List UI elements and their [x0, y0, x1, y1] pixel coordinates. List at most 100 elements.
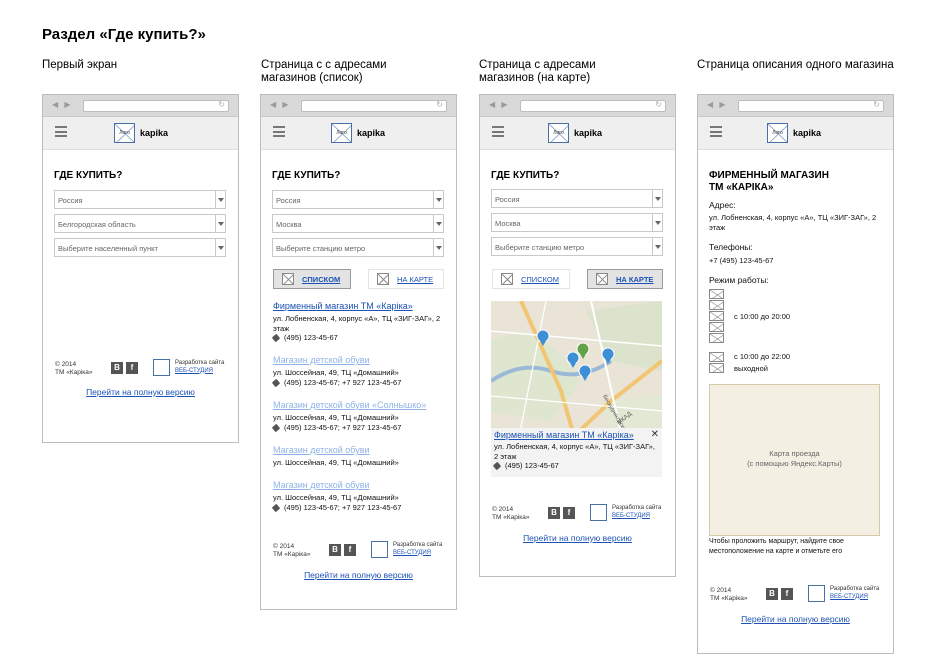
menu-icon[interactable] [273, 126, 285, 137]
full-version-link[interactable]: Перейти на полную версию [261, 570, 456, 580]
select-value: Выберите станцию метро [495, 243, 585, 252]
city-select[interactable]: Выберите населенный пункт [54, 238, 226, 257]
back-forward-icon[interactable]: ◀ ▶ [270, 100, 291, 109]
brand-name: kapika [357, 128, 386, 138]
studio-logo[interactable] [153, 359, 170, 376]
menu-icon[interactable] [710, 126, 722, 137]
facebook-icon[interactable]: f [344, 544, 356, 556]
logo[interactable]: Лого [114, 123, 135, 143]
vk-icon[interactable]: В [766, 588, 778, 600]
toggle-list-view[interactable]: СПИСКОМ [273, 269, 351, 289]
phone-icon [271, 333, 281, 343]
city-select[interactable]: Москва [272, 214, 444, 233]
section-heading: ГДЕ КУПИТЬ? [491, 170, 560, 181]
back-forward-icon[interactable]: ◀ ▶ [52, 100, 73, 109]
reload-icon[interactable]: ↻ [873, 100, 880, 109]
vk-icon[interactable]: В [111, 362, 123, 374]
logo-text: Лого [119, 130, 130, 136]
address-bar[interactable]: ↻ [520, 100, 666, 112]
select-value: Россия [495, 195, 520, 204]
developer-label: Разработка сайта [393, 542, 443, 548]
logo[interactable]: Лого [331, 123, 352, 143]
store-map[interactable]: Бескудниковский б-р МКАД Фирменный магаз… [491, 301, 662, 477]
country-select[interactable]: Россия [54, 190, 226, 209]
store-phone: (495) 123-45-67; +7 927 123-45-67 [271, 503, 402, 513]
city-select[interactable]: Москва [491, 213, 663, 232]
popup-store-address: ул. Лобненская, 4, корпус «А», ТЦ «ЗИГ-З… [494, 442, 655, 461]
store-phone: +7 (495) 123-45-67 [709, 256, 774, 265]
logo[interactable]: Лого [548, 123, 569, 143]
address-bar[interactable]: ↻ [301, 100, 447, 112]
metro-select[interactable]: Выберите станцию метро [272, 238, 444, 257]
section-heading: ГДЕ КУПИТЬ? [54, 170, 123, 181]
back-forward-icon[interactable]: ◀ ▶ [707, 100, 728, 109]
app-header: Лого kapika [480, 117, 675, 150]
close-icon[interactable]: ✕ [651, 429, 659, 440]
reload-icon[interactable]: ↻ [655, 100, 662, 109]
browser-chrome: ◀ ▶ ↻ [480, 95, 675, 117]
toggle-map-view[interactable]: НА КАРТЕ [368, 269, 444, 289]
store-address: ул. Лобненская, 4, корпус «А», ТЦ «ЗИГ-З… [709, 213, 877, 232]
phone-icon [492, 461, 502, 471]
region-select[interactable]: Белгородская область [54, 214, 226, 233]
full-version-link[interactable]: Перейти на полную версию [698, 614, 893, 624]
developer-credit: Разработка сайта ВЕБ-СТУДИЯ [393, 542, 442, 557]
chevron-down-icon [652, 214, 662, 231]
store-title: ФИРМЕННЫЙ МАГАЗИН ТМ «КАРIКА» [709, 170, 829, 194]
logo-text: Лого [553, 130, 564, 136]
studio-logo[interactable] [808, 585, 825, 602]
country-select[interactable]: Россия [491, 189, 663, 208]
column-title-first-screen: Первый экран [42, 59, 118, 71]
logo-text: Лого [336, 130, 347, 136]
day-off-label: выходной [734, 364, 768, 373]
store-name-link[interactable]: Магазин детской обуви [273, 445, 370, 455]
menu-icon[interactable] [55, 126, 67, 137]
full-version-link[interactable]: Перейти на полную версию [43, 387, 238, 397]
facebook-icon[interactable]: f [563, 507, 575, 519]
address-bar[interactable]: ↻ [738, 100, 884, 112]
popup-store-name-link[interactable]: Фирменный магазин ТМ «Карiка» [494, 430, 634, 440]
browser-chrome: ◀ ▶ ↻ [698, 95, 893, 117]
toggle-map-view[interactable]: НА КАРТЕ [587, 269, 663, 289]
metro-select[interactable]: Выберите станцию метро [491, 237, 663, 256]
column-title-list: Страница с с адресами магазинов (список) [261, 59, 387, 84]
store-name-link[interactable]: Магазин детской обуви [273, 480, 370, 490]
toggle-list-view[interactable]: СПИСКОМ [492, 269, 570, 289]
weekday-icon [709, 322, 724, 332]
facebook-icon[interactable]: f [781, 588, 793, 600]
store-address: ул. Шоссейная, 49, ТЦ «Домашний» [273, 368, 399, 377]
full-version-link[interactable]: Перейти на полную версию [480, 533, 675, 543]
weekend-icon [709, 352, 724, 362]
developer-link[interactable]: ВЕБ-СТУДИЯ [612, 513, 661, 521]
developer-link[interactable]: ВЕБ-СТУДИЯ [830, 594, 879, 602]
logo[interactable]: Лого [767, 123, 788, 143]
store-name-link[interactable]: Магазин детской обуви [273, 355, 370, 365]
route-map-placeholder[interactable]: Карта проезда (с помощью Яндекс.Карты) [709, 384, 880, 536]
store-name-link[interactable]: Магазин детской обуви «Солнышко» [273, 400, 426, 410]
select-value: Выберите станцию метро [276, 244, 366, 253]
chevron-down-icon [652, 190, 662, 207]
address-bar[interactable]: ↻ [83, 100, 229, 112]
studio-logo[interactable] [590, 504, 607, 521]
developer-label: Разработка сайта [612, 505, 662, 511]
studio-logo[interactable] [371, 541, 388, 558]
weekday-icon [709, 289, 724, 299]
store-phone: (495) 123-45-67 [271, 333, 338, 343]
facebook-icon[interactable]: f [126, 362, 138, 374]
section-heading: ГДЕ КУПИТЬ? [272, 170, 341, 181]
brand-name: kapika [140, 128, 169, 138]
toggle-map-label: НА КАРТЕ [616, 275, 654, 284]
reload-icon[interactable]: ↻ [436, 100, 443, 109]
developer-link[interactable]: ВЕБ-СТУДИЯ [175, 368, 224, 376]
menu-icon[interactable] [492, 126, 504, 137]
store-phone-text: (495) 123-45-67; +7 927 123-45-67 [284, 503, 402, 512]
vk-icon[interactable]: В [548, 507, 560, 519]
map-placeholder-line2: (с помощью Яндекс.Карты) [747, 459, 842, 468]
reload-icon[interactable]: ↻ [218, 100, 225, 109]
back-forward-icon[interactable]: ◀ ▶ [489, 100, 510, 109]
vk-icon[interactable]: В [329, 544, 341, 556]
store-name-link[interactable]: Фирменный магазин ТМ «Карiка» [273, 301, 413, 311]
developer-link[interactable]: ВЕБ-СТУДИЯ [393, 550, 442, 558]
phone-store-detail: ◀ ▶ ↻ Лого kapika ФИРМЕННЫЙ МАГАЗИН ТМ «К… [697, 94, 894, 654]
country-select[interactable]: Россия [272, 190, 444, 209]
